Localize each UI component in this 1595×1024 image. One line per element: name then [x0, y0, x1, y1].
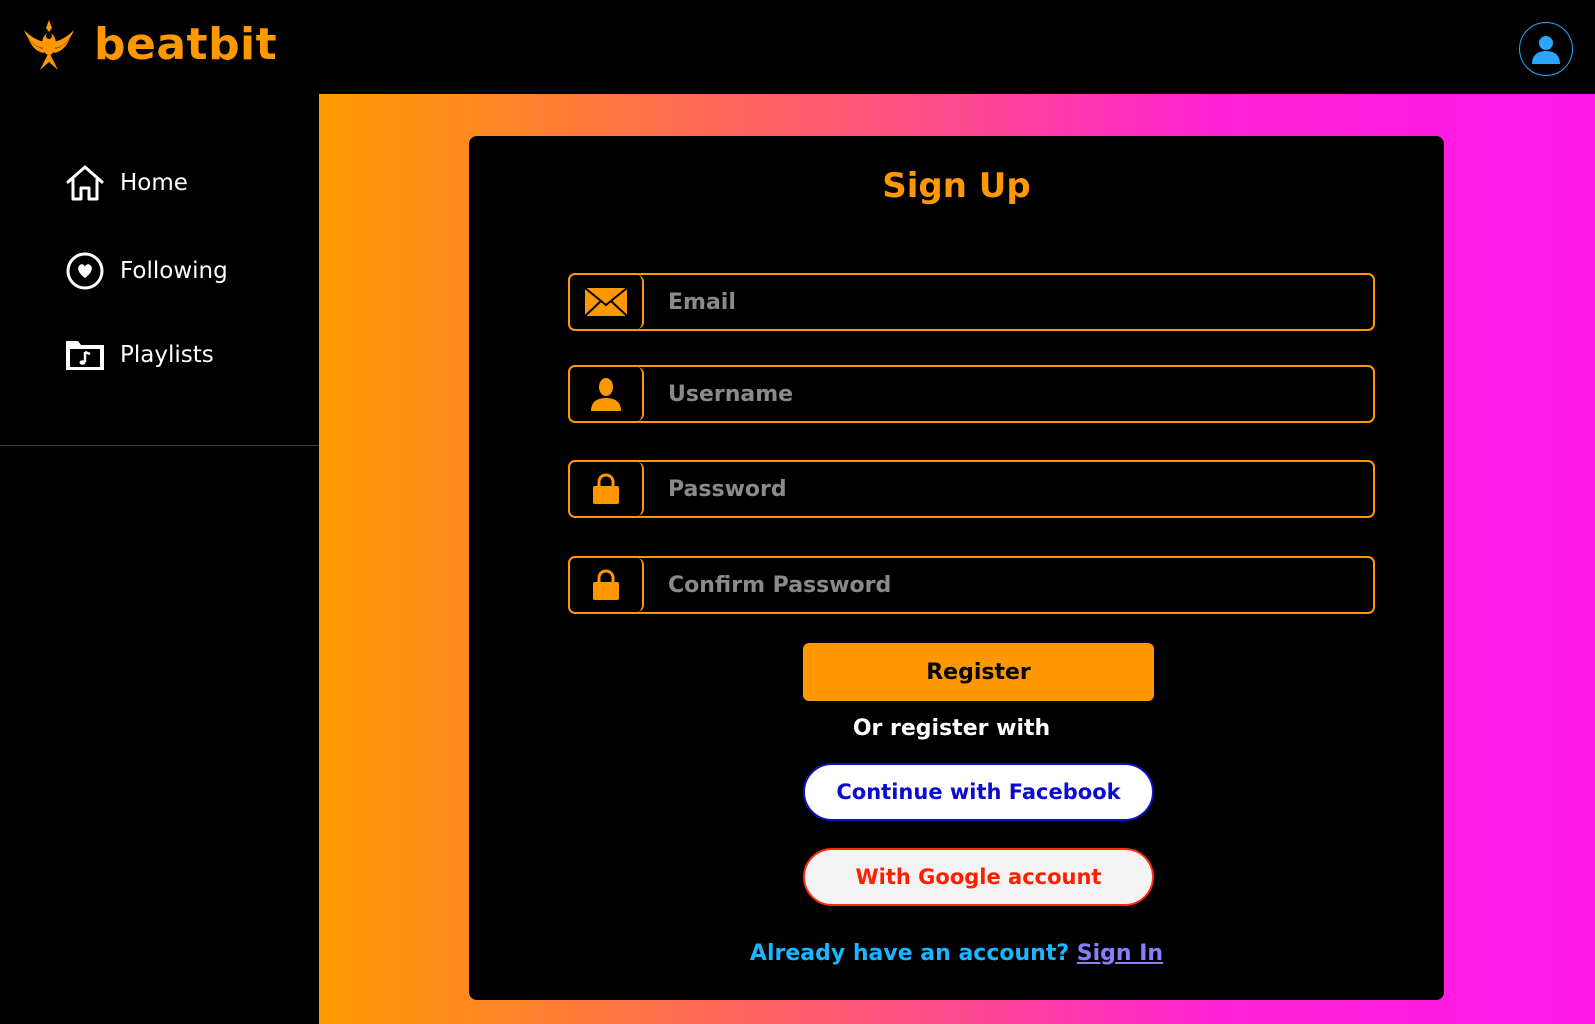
home-icon [64, 162, 106, 204]
facebook-login-button[interactable]: Continue with Facebook [803, 763, 1154, 821]
username-field [568, 365, 1375, 423]
email-field [568, 273, 1375, 331]
lock-icon [570, 462, 644, 516]
user-avatar-icon [1532, 36, 1560, 64]
sidebar-divider [0, 445, 319, 446]
email-input[interactable] [644, 275, 1373, 329]
sidebar-item-label: Playlists [120, 342, 214, 368]
password-field [568, 460, 1375, 518]
lock-icon [570, 558, 644, 612]
page-title: Sign Up [882, 166, 1031, 206]
user-icon [570, 367, 644, 421]
music-folder-icon [64, 334, 106, 376]
signup-card: Sign Up Email Username Register Or regis… [469, 136, 1444, 1000]
top-bar: beatbit [0, 0, 1595, 94]
phoenix-logo-icon [24, 20, 74, 70]
signin-prompt-text: Already have an account? [749, 941, 1070, 966]
sidebar-item-label: Home [120, 170, 188, 196]
register-button[interactable]: Register [803, 643, 1154, 701]
sidebar-item-following[interactable]: Following [64, 250, 228, 292]
sidebar-item-playlists[interactable]: Playlists [64, 334, 214, 376]
sidebar: Home Following Playlists [0, 94, 319, 1024]
signin-prompt: Already have an account? Sign In [469, 941, 1444, 966]
signin-link[interactable]: Sign In [1077, 941, 1163, 966]
username-input[interactable] [644, 367, 1373, 421]
google-login-button[interactable]: With Google account [803, 848, 1154, 906]
sidebar-item-label: Following [120, 258, 228, 284]
heart-circle-icon [64, 250, 106, 292]
or-register-text: Or register with [852, 716, 1051, 741]
sidebar-item-home[interactable]: Home [64, 162, 188, 204]
password-input[interactable] [644, 462, 1373, 516]
profile-button[interactable] [1519, 22, 1573, 76]
envelope-icon [570, 275, 644, 329]
brand[interactable]: beatbit [20, 16, 277, 74]
confirm-password-input[interactable] [644, 558, 1373, 612]
brand-name: beatbit [94, 19, 278, 70]
confirm-password-field [568, 556, 1375, 614]
